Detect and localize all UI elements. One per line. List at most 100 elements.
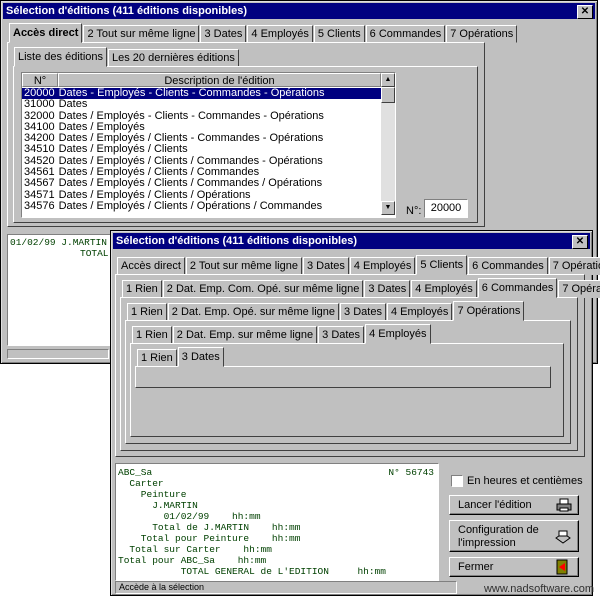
list-scrollbar[interactable]: ▲ ▼: [381, 73, 395, 215]
subtab-20-dernieres[interactable]: Les 20 dernières éditions: [108, 49, 239, 67]
printer-icon: [556, 498, 572, 512]
l2-tab-commandes[interactable]: 6 Commandes: [477, 278, 558, 298]
table-row[interactable]: 34567 Dates / Employés / Clients / Comman…: [22, 177, 381, 190]
l2-tab-dates[interactable]: 3 Dates: [364, 280, 411, 298]
back-window-title: Sélection d'éditions (411 éditions dispo…: [3, 3, 595, 19]
l3-tab-rien[interactable]: 1 Rien: [127, 303, 167, 321]
front-panel-l5: [135, 366, 551, 388]
hours-checkbox-label: En heures et centièmes: [467, 475, 583, 487]
l4-tab-dates[interactable]: 3 Dates: [318, 326, 365, 344]
list-panel: N° Description de l'édition 20000 Dates -…: [13, 66, 478, 223]
num-input[interactable]: 20000: [424, 199, 468, 218]
edition-number: 31000: [24, 98, 55, 111]
l3-tab-employes[interactable]: 4 Employés: [386, 303, 453, 321]
launch-button-label: Lancer l'édition: [458, 499, 532, 511]
front-tabs-l1: Accès direct 2 Tout sur même ligne 3 Dates…: [117, 255, 600, 275]
print-setup-icon: [555, 530, 571, 544]
front-tab-acces-direct[interactable]: Accès direct: [117, 257, 185, 275]
back-preview-line1: 01/02/99 J.MARTIN A: [10, 237, 119, 248]
l5-tab-dates[interactable]: 3 Dates: [177, 347, 224, 367]
l2-tab-employes[interactable]: 4 Employés: [411, 280, 477, 298]
front-tab-commandes[interactable]: 6 Commandes: [468, 257, 548, 275]
l4-tab-rien[interactable]: 1 Rien: [132, 326, 172, 344]
back-tab-commandes[interactable]: 6 Commandes: [365, 25, 446, 43]
l3-tab-dates[interactable]: 3 Dates: [340, 303, 386, 321]
preview-lines: Carter Peinture J.MARTIN 01/02/99 hh:mm …: [118, 478, 386, 577]
front-window: Sélection d'éditions (411 éditions dispo…: [110, 230, 600, 596]
front-panel-l1: 1 Rien 2 Dat. Emp. Com. Opé. sur même lig…: [115, 274, 600, 457]
launch-button[interactable]: Lancer l'édition: [449, 495, 579, 515]
list-header-num[interactable]: N°: [22, 73, 58, 87]
status-text: Accède à la sélection: [119, 582, 205, 592]
hours-checkbox[interactable]: [451, 475, 463, 487]
scroll-up-icon[interactable]: ▲: [381, 73, 395, 87]
front-tabs-l4: 1 Rien 2 Dat. Emp. sur même ligne 3 Dates 4…: [132, 324, 432, 344]
watermark: www.nadsoftware.com: [483, 583, 594, 595]
l4-tab-employes[interactable]: 4 Employés: [365, 324, 431, 344]
editions-list[interactable]: N° Description de l'édition 20000 Dates -…: [21, 72, 396, 218]
edition-number: 34567: [24, 177, 55, 190]
subtab-liste-editions[interactable]: Liste des éditions: [14, 47, 107, 67]
preview-header-left: ABC_Sa: [118, 467, 153, 478]
l2-tab-operations[interactable]: 7 Opérations: [558, 280, 600, 298]
front-tabs-l5: 1 Rien 3 Dates: [137, 347, 225, 367]
editions-table: 20000 Dates - Employés - Clients - Comman…: [22, 87, 381, 212]
l3-tab-operations[interactable]: 7 Opérations: [453, 301, 525, 321]
front-tab-dates[interactable]: 3 Dates: [302, 257, 349, 275]
config-line1: Configuration de: [458, 524, 539, 536]
front-tabs-l2: 1 Rien 2 Dat. Emp. Com. Opé. sur même lig…: [122, 278, 600, 298]
front-tab-clients[interactable]: 5 Clients: [416, 255, 468, 275]
front-tab-employes[interactable]: 4 Employés: [349, 257, 416, 275]
front-tab-operations[interactable]: 7 Opérations: [548, 257, 600, 275]
num-label: N°:: [406, 205, 422, 217]
list-header-desc[interactable]: Description de l'édition: [58, 73, 381, 87]
table-row[interactable]: 34576 Dates / Employés / Clients / Opérat…: [22, 199, 381, 212]
front-status-bar: Accède à la sélection: [115, 581, 457, 594]
front-close-button[interactable]: ✕: [572, 235, 588, 249]
back-tab-dates[interactable]: 3 Dates: [200, 25, 247, 43]
back-tabs: Accès direct 2 Tout sur même ligne 3 Dates…: [9, 23, 518, 43]
close-button[interactable]: Fermer: [449, 557, 579, 577]
l4-tab-dat-emp[interactable]: 2 Dat. Emp. sur même ligne: [172, 326, 318, 344]
preview-line: Total pour Peinture hh:mm: [118, 533, 301, 544]
back-tab-clients[interactable]: 5 Clients: [313, 25, 365, 43]
front-tabs-l3: 1 Rien 2 Dat. Emp. Opé. sur même ligne 3 D…: [127, 301, 525, 321]
back-tab-operations[interactable]: 7 Opérations: [446, 25, 518, 43]
preview-line: Total sur Carter hh:mm: [118, 544, 272, 555]
back-preview: 01/02/99 J.MARTIN A TOTAL: [7, 234, 121, 346]
scroll-thumb[interactable]: [381, 87, 395, 103]
back-tab-employes[interactable]: 4 Employés: [247, 25, 313, 43]
preview-line: 01/02/99 hh:mm: [118, 511, 261, 522]
back-tab-tout-sur-meme-ligne[interactable]: 2 Tout sur même ligne: [83, 25, 200, 43]
l2-tab-rien[interactable]: 1 Rien: [122, 280, 162, 298]
l2-tab-dat-emp-com-ope[interactable]: 2 Dat. Emp. Com. Opé. sur même ligne: [162, 280, 364, 298]
print-config-button[interactable]: Configuration de l'impression: [449, 520, 579, 552]
edition-description: Dates: [58, 98, 88, 111]
front-preview: ABC_Sa N° 56743 Carter Peinture J.MARTIN…: [115, 463, 439, 581]
back-subtabs: Liste des éditions Les 20 dernières éditi…: [14, 47, 240, 67]
edition-number: 34576: [24, 199, 55, 212]
l3-tab-dat-emp-ope[interactable]: 2 Dat. Emp. Opé. sur même ligne: [167, 303, 340, 321]
preview-line: Peinture: [118, 489, 187, 500]
table-row[interactable]: 31000 Dates: [22, 98, 381, 111]
exit-door-icon: [556, 559, 568, 575]
edition-description: Dates / Employés / Clients / Opérations …: [58, 199, 323, 212]
back-preview-line2: TOTAL: [80, 248, 109, 259]
preview-line: Carter: [118, 478, 164, 489]
front-panel-l4: 1 Rien 3 Dates: [130, 343, 564, 437]
edition-description: Dates - Employés - Clients - Commandes -…: [56, 87, 381, 100]
l5-tab-rien[interactable]: 1 Rien: [137, 349, 177, 367]
preview-header-right: N° 56743: [388, 467, 434, 478]
back-close-button[interactable]: ✕: [577, 5, 593, 19]
scroll-down-icon[interactable]: ▼: [381, 201, 395, 215]
preview-line: TOTAL GENERAL de L'EDITION hh:mm: [118, 566, 386, 577]
preview-line: J.MARTIN: [118, 500, 198, 511]
front-window-title: Sélection d'éditions (411 éditions dispo…: [113, 233, 590, 249]
preview-line: Total pour ABC_Sa hh:mm: [118, 555, 267, 566]
edition-description: Dates / Employés / Clients / Commandes /…: [58, 177, 323, 190]
config-line2: l'impression: [458, 537, 516, 549]
front-tab-tout-sur-meme-ligne[interactable]: 2 Tout sur même ligne: [185, 257, 302, 275]
back-tab-acces-direct[interactable]: Accès direct: [9, 23, 83, 43]
preview-line: Total de J.MARTIN hh:mm: [118, 522, 301, 533]
front-panel-l3: 1 Rien 2 Dat. Emp. sur même ligne 3 Dates 4…: [125, 320, 571, 444]
